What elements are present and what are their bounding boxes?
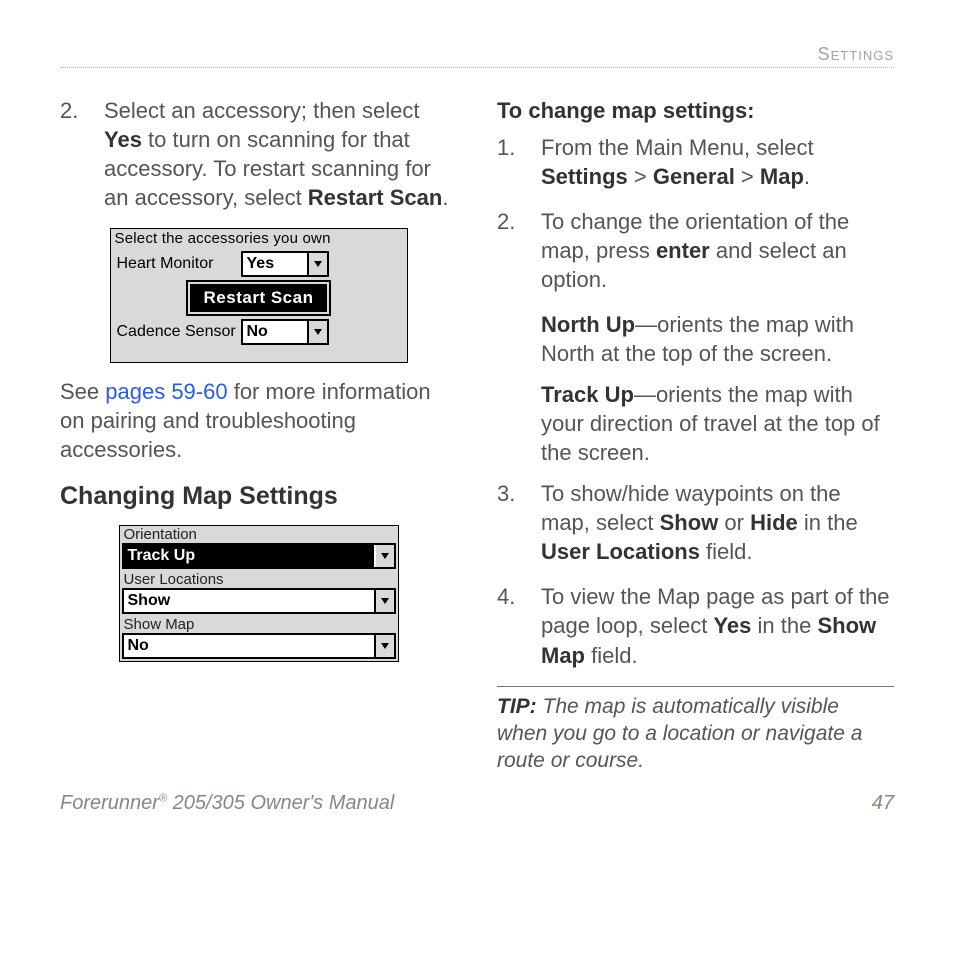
map-user-locations-label: User Locations — [120, 571, 398, 588]
device-acc-row-heart: Heart Monitor Yes — [111, 248, 407, 280]
chevron-down-icon — [374, 635, 394, 657]
to-change-map-settings-heading: To change map settings: — [497, 96, 894, 125]
user-locations-dropdown[interactable]: Show — [122, 588, 396, 614]
step2-number: 2. — [60, 96, 96, 125]
device-accessories-box: Select the accessories you own Heart Mon… — [110, 228, 408, 363]
north-up-desc: North Up—orients the map with North at t… — [541, 310, 894, 368]
tip-text: The map is automatically visible when yo… — [497, 695, 862, 773]
device-acc-row-cadence: Cadence Sensor No — [111, 316, 407, 348]
device-map-box: Orientation Track Up User Locations Show… — [119, 525, 399, 662]
step-2: 2. Select an accessory; then select Yes … — [60, 96, 457, 212]
map-step-3: 3. To show/hide waypoints on the map, se… — [497, 479, 894, 566]
chevron-down-icon — [307, 253, 327, 275]
page-number: 47 — [872, 792, 894, 815]
page-footer: Forerunner® 205/305 Owner's Manual 47 — [60, 792, 894, 815]
cadence-sensor-dropdown[interactable]: No — [241, 319, 329, 345]
heart-monitor-label: Heart Monitor — [117, 255, 241, 273]
chevron-down-icon — [374, 545, 394, 567]
map-orientation-label: Orientation — [120, 526, 398, 543]
cadence-sensor-label: Cadence Sensor — [117, 323, 241, 341]
restart-scan-button[interactable]: Restart Scan — [190, 284, 328, 312]
changing-map-settings-heading: Changing Map Settings — [60, 482, 457, 511]
step2-text: Select an accessory; then select Yes to … — [104, 98, 448, 210]
running-header: Settings — [60, 44, 894, 68]
device-acc-title: Select the accessories you own — [111, 229, 407, 248]
left-column: 2. Select an accessory; then select Yes … — [60, 96, 457, 774]
show-map-dropdown[interactable]: No — [122, 633, 396, 659]
pages-59-60-link[interactable]: pages 59-60 — [105, 379, 227, 404]
chevron-down-icon — [374, 590, 394, 612]
track-up-desc: Track Up—orients the map with your direc… — [541, 380, 894, 467]
chevron-down-icon — [307, 321, 327, 343]
orientation-dropdown[interactable]: Track Up — [122, 543, 396, 569]
map-step-4: 4. To view the Map page as part of the p… — [497, 582, 894, 669]
map-show-map-label: Show Map — [120, 616, 398, 633]
footer-title: Forerunner® 205/305 Owner's Manual — [60, 792, 394, 815]
tip-label: TIP: — [497, 695, 537, 718]
map-step-1: 1. From the Main Menu, select Settings >… — [497, 133, 894, 191]
right-column: To change map settings: 1. From the Main… — [497, 96, 894, 774]
see-pages-paragraph: See pages 59-60 for more information on … — [60, 377, 457, 464]
heart-monitor-dropdown[interactable]: Yes — [241, 251, 329, 277]
tip-box: TIP: The map is automatically visible wh… — [497, 686, 894, 775]
map-step-2: 2. To change the orientation of the map,… — [497, 207, 894, 294]
